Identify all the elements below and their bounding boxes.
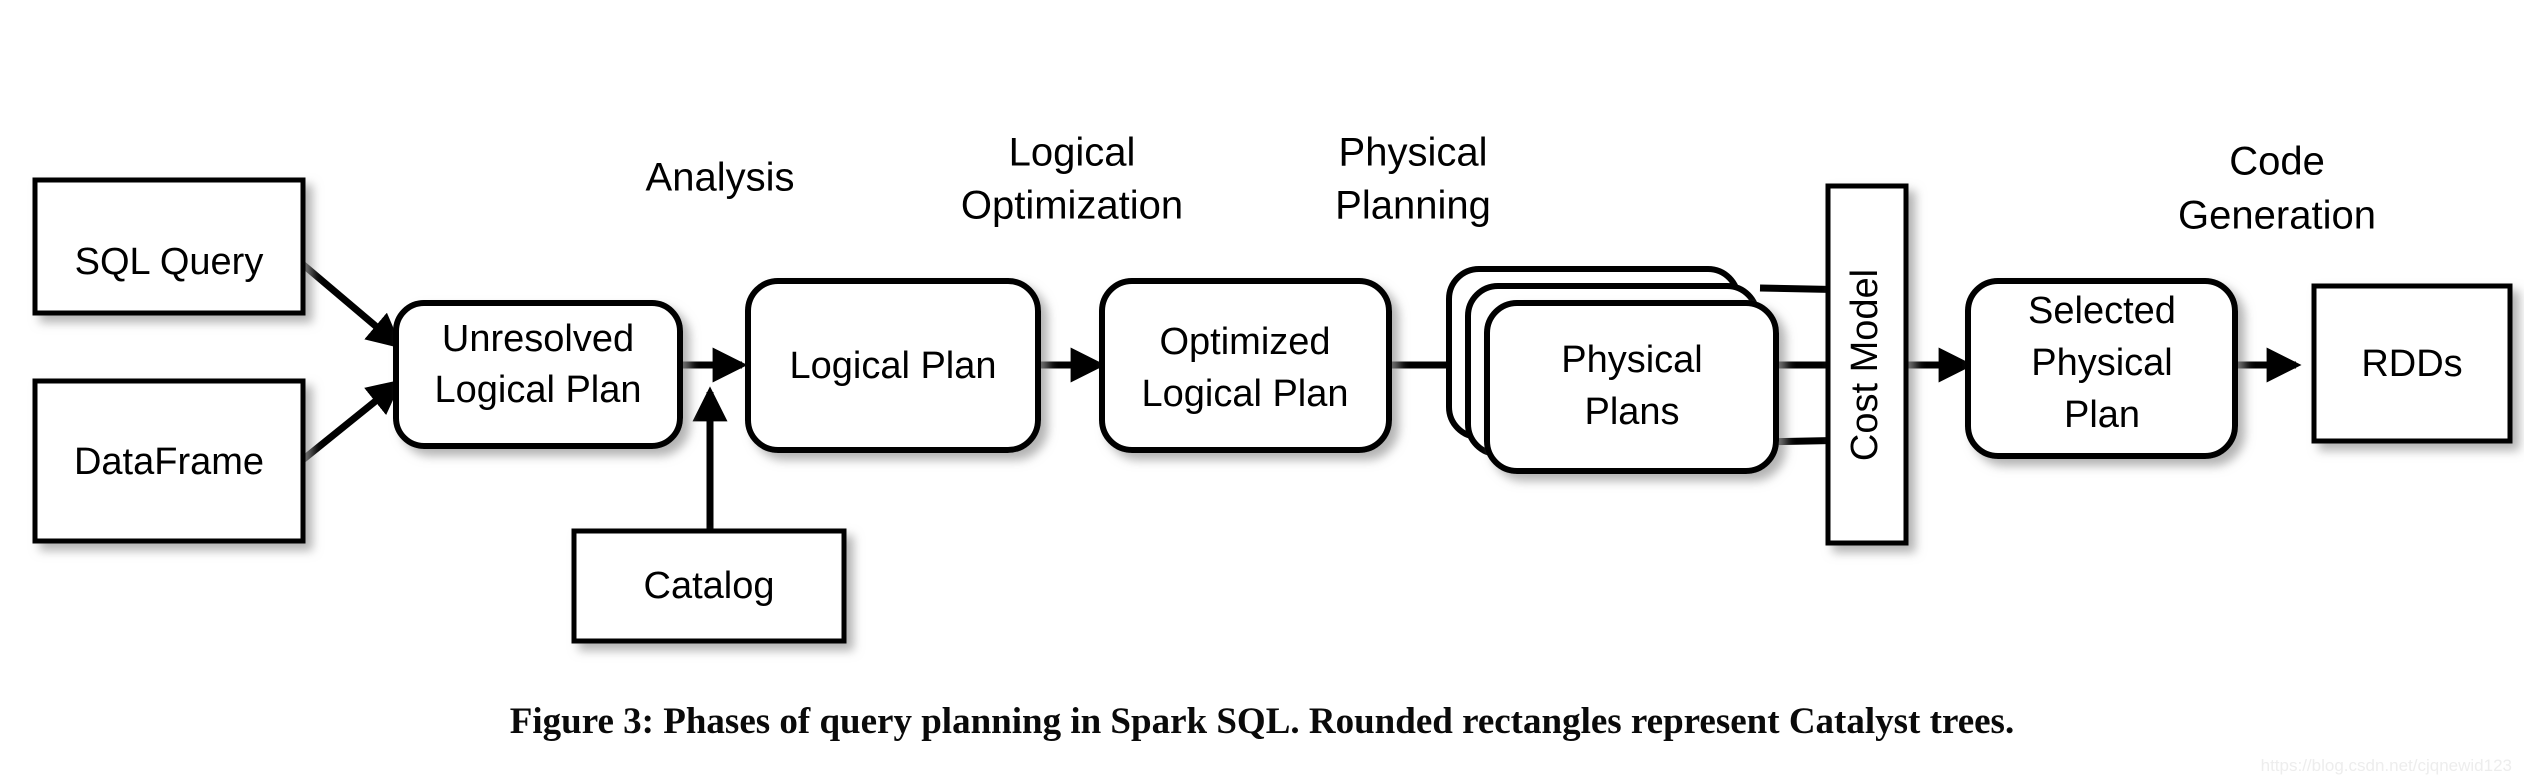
physical-plans-stack-front [1484, 300, 1779, 474]
watermark-text: https://blog.csdn.net/cjqnewid123 [2260, 756, 2512, 775]
figure-container: Analysis Logical Optimization Physical P… [0, 0, 2524, 782]
node-sql-query-label: SQL Query [75, 241, 264, 283]
node-rdds-label: RDDs [2361, 343, 2462, 385]
phase-label-physical-planning: Physical Planning [1335, 131, 1491, 228]
node-optimized-logical-plan-line-1: Logical Plan [1141, 373, 1348, 415]
phase-label-analysis-line-0: Analysis [646, 156, 795, 200]
node-cost-model[interactable]: Cost Model [1825, 183, 1909, 546]
query-planning-diagram: Analysis Logical Optimization Physical P… [32, 131, 2513, 644]
node-physical-plans-line-1: Plans [1584, 391, 1679, 433]
node-selected-physical-plan-line-2: Plan [2064, 394, 2140, 436]
edge-sql-query-to-unresolved [297, 259, 403, 349]
node-unresolved-logical-plan-line-0: Unresolved [442, 318, 634, 360]
node-logical-plan[interactable]: Logical Plan [745, 278, 1041, 453]
node-cost-model-label: Cost Model [1844, 269, 1886, 461]
edge-dataframe-to-unresolved [297, 379, 403, 465]
node-physical-plans-line-0: Physical [1561, 339, 1703, 381]
node-logical-plan-label: Logical Plan [789, 345, 996, 387]
node-optimized-logical-plan[interactable]: Optimized Logical Plan [1099, 278, 1392, 453]
node-selected-physical-plan-line-0: Selected [2028, 290, 2176, 332]
node-unresolved-logical-plan[interactable]: Unresolved Logical Plan [393, 300, 683, 449]
node-catalog[interactable]: Catalog [571, 528, 847, 644]
node-rdds[interactable]: RDDs [2311, 283, 2513, 444]
phase-label-logical-optimization-line-1: Optimization [961, 184, 1183, 228]
node-optimized-logical-plan-line-0: Optimized [1159, 321, 1330, 363]
phase-label-logical-optimization: Logical Optimization [961, 131, 1183, 228]
figure-caption: Figure 3: Phases of query planning in Sp… [509, 701, 2015, 742]
node-selected-physical-plan[interactable]: Selected Physical Plan [1965, 278, 2238, 459]
node-unresolved-logical-plan-line-1: Logical Plan [434, 369, 641, 411]
node-dataframe-label: DataFrame [74, 441, 264, 483]
node-dataframe[interactable]: DataFrame [32, 378, 306, 544]
node-selected-physical-plan-line-1: Physical [2031, 342, 2173, 384]
phase-label-code-generation: Code Generation [2178, 140, 2376, 238]
node-physical-plans[interactable]: Physical Plans [1446, 266, 1779, 474]
phase-label-code-generation-line-0: Code [2229, 140, 2325, 184]
phase-label-code-generation-line-1: Generation [2178, 194, 2376, 238]
node-sql-query[interactable]: SQL Query [32, 177, 306, 316]
phase-label-logical-optimization-line-0: Logical [1009, 131, 1136, 175]
phase-label-physical-planning-line-0: Physical [1339, 131, 1488, 175]
phase-label-physical-planning-line-1: Planning [1335, 184, 1491, 228]
node-catalog-label: Catalog [644, 565, 775, 607]
phase-label-analysis: Analysis [646, 156, 795, 200]
